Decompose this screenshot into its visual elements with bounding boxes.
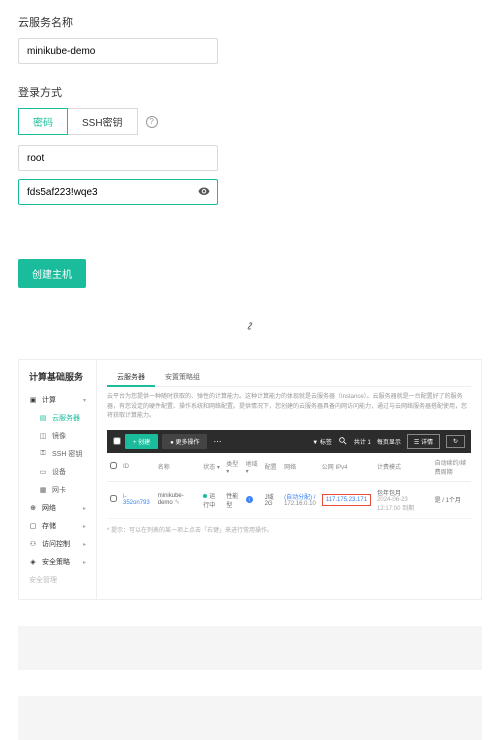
row-select-all[interactable]	[110, 462, 117, 469]
bill-cell: 包年包月2024-06-23 12:17:00 到期	[374, 481, 432, 518]
th-id: ID	[120, 453, 155, 482]
sidebar-network[interactable]: ⊕网络▸	[19, 499, 96, 517]
toolbar: + 创建 ● 更多操作 ⋯ ▼ 标签 共计 1 每页显示 ☰ 详情 ↻	[107, 430, 471, 453]
net-cell: (自动分配) /172.16.0.10	[281, 481, 319, 518]
more-actions-button[interactable]: ● 更多操作	[162, 434, 207, 449]
server-icon: ▤	[39, 414, 47, 422]
tab-password[interactable]: 密码	[18, 108, 68, 135]
create-button[interactable]: 创建主机	[18, 259, 86, 288]
device-icon: ▭	[39, 468, 47, 476]
store-icon: ▢	[29, 522, 37, 530]
public-ip[interactable]: 117.175.23.171	[322, 494, 371, 506]
dashboard: 计算基础服务 ▣计算▾ ▤云服务器 ◫镜像 ⚿SSH 密钥 ▭设备 ▦网卡 ⊕网…	[18, 359, 482, 600]
name-input[interactable]	[18, 38, 218, 64]
sidebar-storage[interactable]: ▢存储▸	[19, 517, 96, 535]
image-icon: ◫	[39, 432, 47, 440]
link-icon[interactable]	[244, 323, 256, 335]
th-conf: 配置	[262, 453, 282, 482]
compute-icon: ▣	[29, 396, 37, 404]
lock-icon: ⚇	[29, 540, 37, 548]
sidebar-access[interactable]: ⚇访问控制▸	[19, 535, 96, 553]
main-tab-servers[interactable]: 云服务器	[107, 368, 155, 386]
th-status: 状态 ▾	[200, 453, 223, 482]
info-icon[interactable]: i	[246, 496, 253, 503]
th-bill: 计费模式	[374, 453, 432, 482]
main-tab-placement[interactable]: 安置策略组	[155, 368, 210, 386]
th-auto: 自动续约/续费周期	[432, 453, 471, 482]
sidebar-secpolicy[interactable]: ◈安全策略▸	[19, 553, 96, 571]
th-ip: 公网 IPv4	[319, 453, 374, 482]
search-icon[interactable]	[338, 436, 348, 446]
th-type: 类型 ▾	[223, 453, 242, 482]
more-icon[interactable]: ⋯	[213, 437, 221, 446]
key-icon: ⚿	[39, 450, 47, 458]
hint-text: * 提示：可以在列表的某一项上点击「右键」来进行常用操作。	[107, 525, 471, 534]
select-all-checkbox[interactable]	[113, 437, 121, 445]
main-panel: 云服务器 安置策略组 云平台为您提供一种随时获取的、弹性的计算能力。这种计算能力…	[97, 360, 481, 599]
help-icon[interactable]: ?	[146, 116, 158, 128]
refresh-button[interactable]: ↻	[446, 435, 465, 448]
tab-sshkey[interactable]: SSH密钥	[68, 108, 138, 135]
nic-icon: ▦	[39, 486, 47, 494]
name-label: 云服务名称	[18, 14, 482, 30]
placeholder-block	[18, 696, 482, 740]
sidebar-secmgmt[interactable]: 安全管理	[19, 571, 96, 589]
table-row[interactable]: i-352on793 minikube-demo✎ 运行中 性能型 i J域2G…	[107, 481, 471, 518]
create-mini-button[interactable]: + 创建	[125, 434, 158, 449]
net-icon: ⊕	[29, 504, 37, 512]
description: 云平台为您提供一种随时获取的、弹性的计算能力。这种计算能力的体现就是云服务器（I…	[107, 393, 471, 422]
sidebar-item-ssh[interactable]: ⚿SSH 密钥	[19, 445, 96, 463]
pagesize-label: 每页显示	[377, 437, 401, 446]
eye-icon[interactable]	[198, 185, 210, 200]
edit-icon[interactable]: ✎	[175, 500, 180, 506]
instance-table: ID 名称 状态 ▾ 类型 ▾ 地域 ▾ 配置 网络 公网 IPv4 计费模式 …	[107, 453, 471, 519]
status-dot	[203, 494, 207, 498]
region-cell: J域2G	[262, 481, 282, 518]
filter-label[interactable]: ▼ 标签	[312, 437, 332, 446]
auto-cell: 是 / 1个月	[432, 481, 471, 518]
sidebar: 计算基础服务 ▣计算▾ ▤云服务器 ◫镜像 ⚿SSH 密钥 ▭设备 ▦网卡 ⊕网…	[19, 360, 97, 599]
th-name: 名称	[155, 453, 201, 482]
row-checkbox[interactable]	[110, 495, 117, 502]
sidebar-item-nic[interactable]: ▦网卡	[19, 481, 96, 499]
login-label: 登录方式	[18, 84, 482, 100]
sidebar-item-device[interactable]: ▭设备	[19, 463, 96, 481]
count-label: 共计 1	[354, 437, 371, 446]
type-cell: 性能型	[223, 481, 242, 518]
th-net: 网络	[281, 453, 319, 482]
sidebar-item-cloud[interactable]: ▤云服务器	[19, 409, 96, 427]
user-input[interactable]	[18, 145, 218, 171]
sidebar-item-image[interactable]: ◫镜像	[19, 427, 96, 445]
placeholder-block	[18, 626, 482, 670]
th-region: 地域 ▾	[243, 453, 262, 482]
instance-id[interactable]: i-352on793	[123, 494, 150, 506]
password-input[interactable]	[18, 179, 218, 205]
sidebar-compute[interactable]: ▣计算▾	[19, 391, 96, 409]
shield-icon: ◈	[29, 558, 37, 566]
side-title: 计算基础服务	[19, 370, 96, 391]
detail-button[interactable]: ☰ 详情	[407, 434, 440, 449]
